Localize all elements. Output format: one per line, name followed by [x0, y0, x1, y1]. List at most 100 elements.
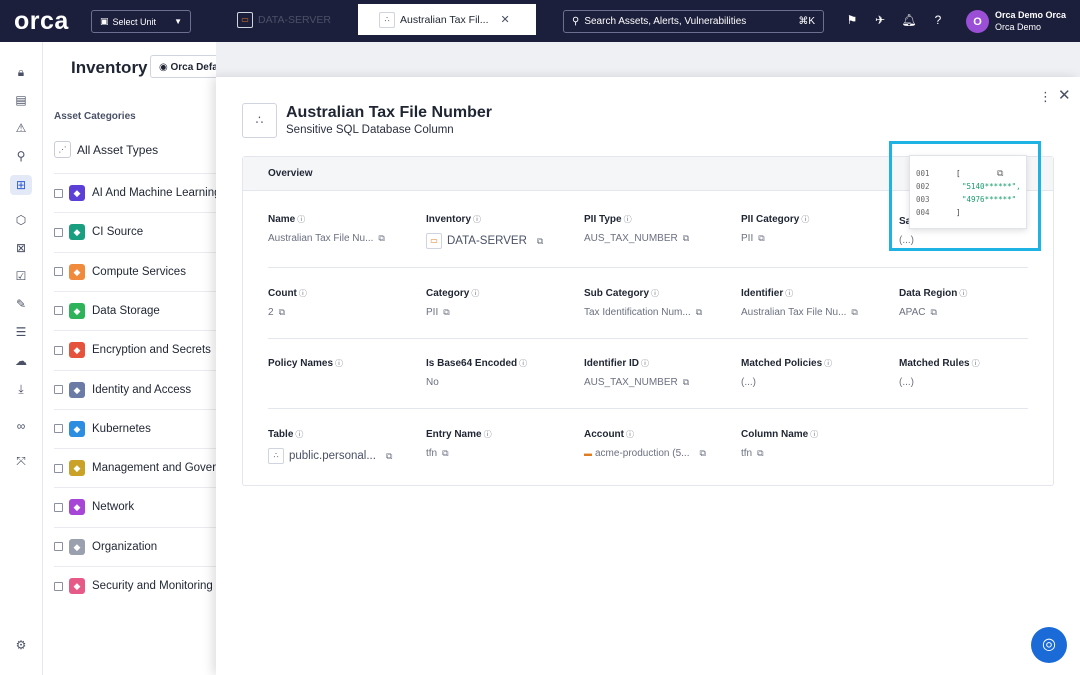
close-icon[interactable]: ✕: [501, 13, 510, 26]
info-icon[interactable]: ⓘ: [824, 359, 832, 368]
category-identity-and-access[interactable]: ◆ Identity and Access: [54, 369, 226, 409]
info-icon[interactable]: ⓘ: [295, 430, 303, 439]
field-value[interactable]: acme-production (5...: [595, 448, 690, 459]
open-link-icon[interactable]: ⧉: [537, 236, 543, 247]
avatar[interactable]: O: [966, 10, 989, 33]
copy-icon[interactable]: ⧉: [683, 233, 689, 244]
category-label: Management and Governance: [92, 462, 226, 475]
workloads-icon[interactable]: ⊠: [10, 238, 32, 258]
cloud-icon[interactable]: ☁: [10, 351, 32, 371]
category-network[interactable]: ◆ Network: [54, 487, 226, 526]
lock-icon[interactable]: 🔒︎: [10, 62, 32, 82]
field-value: Tax Identification Num...: [584, 307, 691, 318]
category-encryption-and-secrets[interactable]: ◆ Encryption and Secrets: [54, 330, 226, 369]
category-checkbox[interactable]: [54, 502, 63, 512]
more-options-icon[interactable]: ⋮: [1039, 89, 1052, 105]
category-ci-source[interactable]: ◆ CI Source: [54, 212, 226, 251]
category-security-and-monitoring[interactable]: ◆ Security and Monitoring: [54, 566, 226, 605]
orca-logo[interactable]: orca: [14, 7, 69, 36]
dashboard-icon[interactable]: ▤: [10, 90, 32, 110]
info-icon[interactable]: ⓘ: [626, 430, 634, 439]
info-icon[interactable]: ⓘ: [519, 359, 527, 368]
info-icon[interactable]: ⓘ: [785, 289, 793, 298]
info-icon[interactable]: ⓘ: [335, 359, 343, 368]
field-identifier-id: Identifier ID ⓘ AUS_TAX_NUMBER ⧉: [584, 358, 734, 388]
assistant-button[interactable]: ◎: [1031, 627, 1067, 663]
copy-icon[interactable]: ⧉: [758, 233, 764, 244]
info-icon[interactable]: ⓘ: [810, 430, 818, 439]
discovery-icon[interactable]: ⚲: [10, 146, 32, 166]
category-checkbox[interactable]: [54, 542, 63, 552]
tab-australian-tax-file[interactable]: ∴ Australian Tax Fil... ✕: [358, 4, 536, 35]
download-icon[interactable]: ⤓: [10, 379, 32, 399]
category-checkbox[interactable]: [54, 227, 63, 237]
info-icon[interactable]: ⓘ: [299, 289, 307, 298]
category-management-and-governance[interactable]: ◆ Management and Governance: [54, 448, 226, 487]
info-icon[interactable]: ⓘ: [801, 215, 809, 224]
category-checkbox[interactable]: [54, 424, 63, 434]
category-kubernetes[interactable]: ◆ Kubernetes: [54, 408, 226, 448]
inventory-icon[interactable]: ⊞: [10, 175, 32, 195]
all-types-icon: ⋰: [54, 141, 71, 158]
copy-icon[interactable]: ⧉: [683, 377, 689, 388]
field-matched-policies: Matched Policies ⓘ (...): [741, 358, 891, 388]
info-icon[interactable]: ⓘ: [972, 359, 980, 368]
category-checkbox[interactable]: [54, 267, 63, 277]
nav-rail: 🔒︎ ▤ ⚠ ⚲ ⊞ ⬡ ⊠ ☑ ✎ ☰ ☁ ⤓ ∞ ⤧ ⚙: [0, 42, 43, 675]
category-checkbox[interactable]: [54, 188, 63, 198]
copy-icon[interactable]: ⧉: [696, 307, 702, 318]
copy-icon[interactable]: ⧉: [757, 448, 763, 459]
category-checkbox[interactable]: [54, 581, 63, 591]
open-link-icon[interactable]: ⧉: [386, 451, 392, 462]
network-icon: ◆: [69, 499, 85, 516]
field-value[interactable]: public.personal...: [289, 450, 376, 462]
category-checkbox[interactable]: [54, 463, 63, 473]
category-data-storage[interactable]: ◆ Data Storage: [54, 290, 226, 330]
info-icon[interactable]: ⓘ: [484, 430, 492, 439]
vulnerabilities-icon[interactable]: ⬡: [10, 210, 32, 230]
info-icon[interactable]: ⓘ: [641, 359, 649, 368]
reports-icon[interactable]: ✎: [10, 294, 32, 314]
category-checkbox[interactable]: [54, 306, 63, 316]
field-value[interactable]: DATA-SERVER: [447, 235, 527, 247]
open-link-icon[interactable]: ⧉: [700, 448, 706, 459]
flag-icon[interactable]: ⚑: [844, 13, 860, 27]
announcements-icon[interactable]: ✈: [872, 13, 888, 27]
copy-icon[interactable]: ⧉: [442, 448, 448, 459]
notifications-icon[interactable]: 🔔︎: [901, 13, 917, 27]
tab-data-server[interactable]: ▭ DATA-SERVER: [229, 4, 339, 35]
info-icon[interactable]: ⓘ: [959, 289, 967, 298]
field-value: 2: [268, 307, 274, 318]
divider: [268, 267, 1028, 268]
copy-icon[interactable]: ⧉: [279, 307, 285, 318]
integrations-icon[interactable]: ∞: [10, 416, 32, 436]
info-icon[interactable]: ⓘ: [473, 215, 481, 224]
info-icon[interactable]: ⓘ: [624, 215, 632, 224]
copy-icon[interactable]: ⧉: [443, 307, 449, 318]
info-icon[interactable]: ⓘ: [297, 215, 305, 224]
info-icon[interactable]: ⓘ: [471, 289, 479, 298]
gear-icon[interactable]: ⚙: [10, 635, 32, 655]
copy-icon[interactable]: ⧉: [378, 233, 384, 244]
alerts-icon[interactable]: ⚠: [10, 118, 32, 138]
database-icon[interactable]: ☰: [10, 322, 32, 342]
category-checkbox[interactable]: [54, 385, 63, 394]
category-checkbox[interactable]: [54, 345, 63, 355]
close-panel-icon[interactable]: ✕: [1058, 86, 1071, 104]
select-unit-dropdown[interactable]: ▣ Select Unit ▼: [91, 10, 191, 33]
automation-icon[interactable]: ⤧: [10, 451, 32, 471]
copy-icon[interactable]: ⧉: [931, 307, 937, 318]
user-menu[interactable]: Orca Demo Orca Orca Demo: [995, 10, 1066, 32]
category-ai-and-machine-learning[interactable]: ◆ AI And Machine Learning: [54, 173, 226, 212]
field-policy-names: Policy Names ⓘ: [268, 358, 418, 369]
compliance-icon[interactable]: ☑: [10, 266, 32, 286]
info-icon[interactable]: ⓘ: [651, 289, 659, 298]
category-compute-services[interactable]: ◆ Compute Services: [54, 251, 226, 291]
global-search[interactable]: ⚲ Search Assets, Alerts, Vulnerabilities…: [563, 10, 824, 33]
category-organization[interactable]: ◆ Organization: [54, 526, 226, 566]
help-icon[interactable]: ?: [930, 13, 946, 27]
copy-icon[interactable]: ⧉: [851, 307, 857, 318]
category-label: Organization: [92, 540, 158, 553]
field-value: APAC: [899, 307, 926, 318]
all-asset-types[interactable]: ⋰ All Asset Types: [54, 141, 158, 158]
